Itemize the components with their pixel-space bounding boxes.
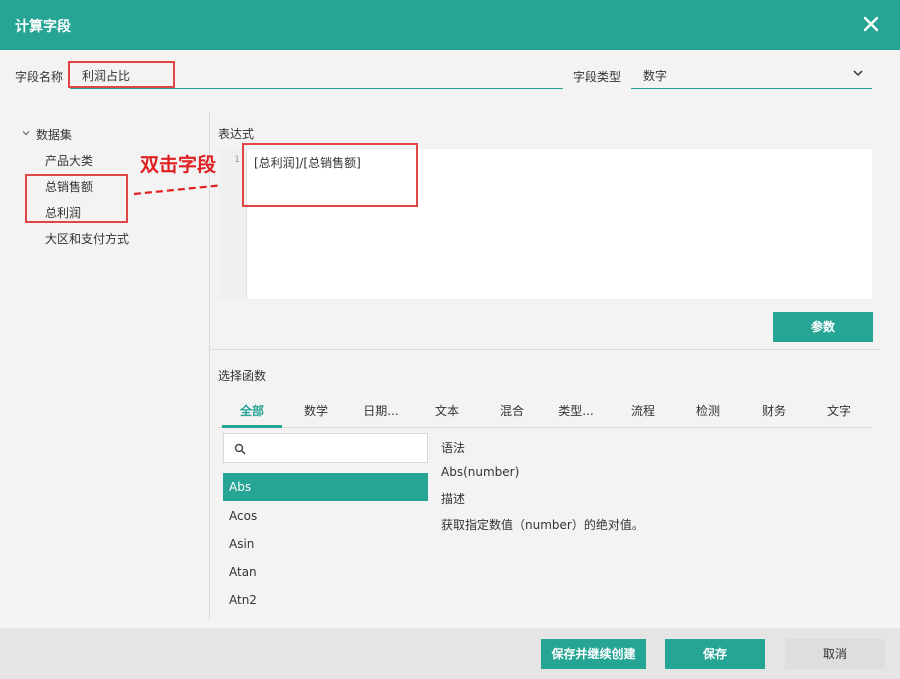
- line-number: 1: [234, 155, 240, 165]
- params-button[interactable]: 参数: [773, 312, 873, 342]
- active-tab-indicator: [222, 425, 282, 428]
- tab-math[interactable]: 数学: [286, 402, 346, 419]
- field-type-label: 字段类型: [573, 70, 622, 84]
- field-type-value: 数字: [643, 69, 668, 83]
- field-name-input[interactable]: 利润占比: [70, 61, 563, 89]
- tab-type[interactable]: 类型...: [546, 402, 606, 419]
- tree-item-product-category[interactable]: 产品大类: [45, 152, 93, 169]
- expression-editor[interactable]: 1 [总利润]/[总销售额]: [218, 149, 872, 299]
- tab-check[interactable]: 检测: [678, 402, 738, 419]
- save-and-continue-button[interactable]: 保存并继续创建: [541, 639, 646, 669]
- syntax-text: Abs(number): [441, 465, 520, 479]
- description-text: 获取指定数值（number）的绝对值。: [441, 518, 644, 532]
- chevron-down-icon: [22, 131, 30, 136]
- tab-text[interactable]: 文本: [417, 402, 477, 419]
- annotation-label: 双击字段: [140, 154, 217, 176]
- function-tabs: 全部 数学 日期... 文本 混合 类型... 流程 检测 财务 文字: [218, 396, 872, 428]
- field-name-label: 字段名称: [15, 70, 64, 84]
- syntax-label: 语法: [441, 441, 466, 455]
- tree-item-total-profit[interactable]: 总利润: [45, 204, 81, 221]
- functions-label: 选择函数: [218, 369, 267, 383]
- field-type-select[interactable]: 数字: [631, 61, 872, 89]
- tab-finance[interactable]: 财务: [744, 402, 804, 419]
- function-item-asin[interactable]: Asin: [223, 530, 428, 558]
- chevron-down-icon: [853, 70, 863, 77]
- tab-flow[interactable]: 流程: [613, 402, 673, 419]
- function-item-atn2[interactable]: Atn2: [223, 586, 428, 614]
- close-icon[interactable]: [860, 13, 882, 35]
- function-item-atan[interactable]: Atan: [223, 558, 428, 586]
- dialog-title: 计算字段: [15, 19, 71, 35]
- field-name-value: 利润占比: [82, 69, 131, 83]
- tree-root-label: 数据集: [36, 128, 73, 142]
- tree-item-region-payment[interactable]: 大区和支付方式: [45, 230, 129, 247]
- section-divider: [210, 349, 880, 350]
- cancel-button[interactable]: 取消: [785, 639, 885, 669]
- tab-all[interactable]: 全部: [222, 402, 282, 419]
- description-label: 描述: [441, 492, 466, 506]
- function-item-abs[interactable]: Abs: [223, 473, 428, 501]
- expression-code: [总利润]/[总销售额]: [254, 156, 361, 170]
- dialog-footer: [0, 628, 900, 679]
- save-button[interactable]: 保存: [665, 639, 765, 669]
- search-icon: [234, 443, 246, 455]
- tree-item-total-sales[interactable]: 总销售额: [45, 178, 93, 195]
- tab-date[interactable]: 日期...: [351, 402, 411, 419]
- tab-mixed[interactable]: 混合: [482, 402, 542, 419]
- expression-label: 表达式: [218, 127, 255, 141]
- dialog-titlebar: 计算字段: [0, 0, 900, 50]
- function-search-input[interactable]: [223, 433, 428, 463]
- line-gutter: 1: [218, 149, 247, 299]
- function-item-acos[interactable]: Acos: [223, 502, 428, 530]
- tab-literal[interactable]: 文字: [809, 402, 869, 419]
